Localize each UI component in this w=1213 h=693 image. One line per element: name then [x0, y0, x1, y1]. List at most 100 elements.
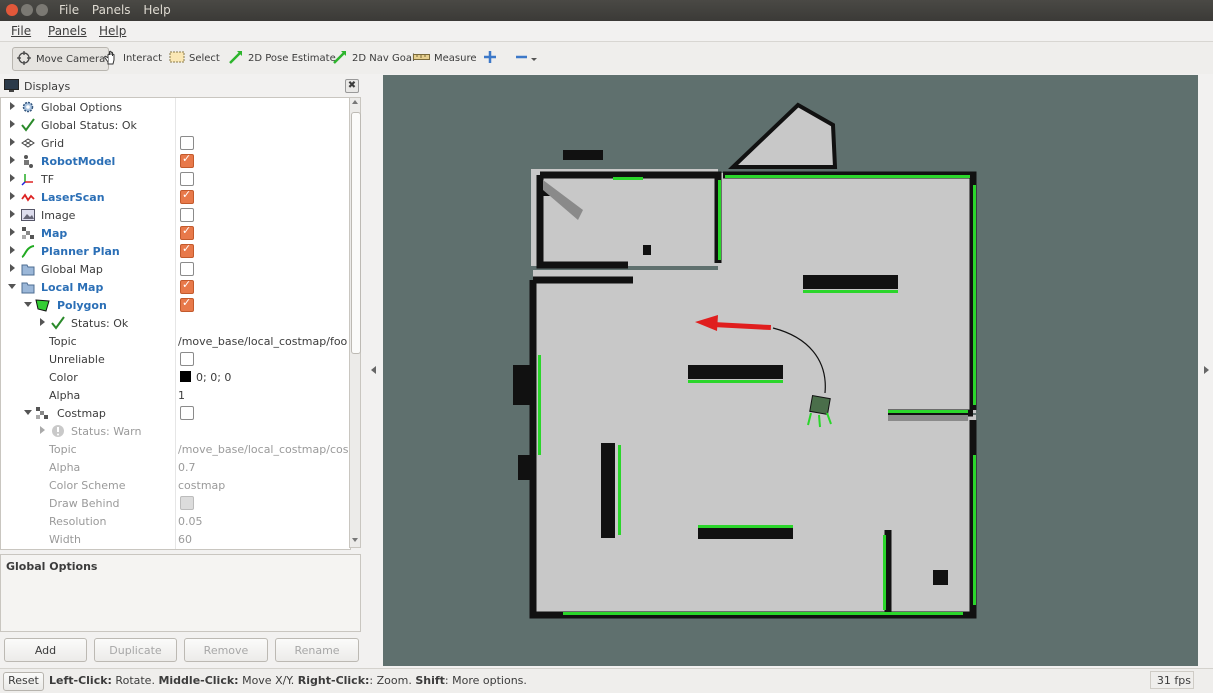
display-row-map[interactable]: Map — [1, 224, 350, 242]
remove-display-button[interactable]: Remove — [184, 638, 268, 662]
menu-panels[interactable]: Panels — [48, 24, 87, 38]
display-row-global-map[interactable]: Global Map — [1, 260, 350, 278]
unreliable-checkbox[interactable] — [180, 352, 194, 366]
collapse-arrow-icon[interactable] — [24, 302, 32, 307]
costmap-topic-value[interactable]: /move_base/local_costmap/cos... — [178, 443, 348, 456]
display-row-planner-plan[interactable]: Planner Plan — [1, 242, 350, 260]
topic-value[interactable]: /move_base/local_costmap/foo... — [178, 335, 348, 348]
display-row-polygon-status[interactable]: Status: Ok — [1, 314, 350, 332]
display-row-image[interactable]: Image — [1, 206, 350, 224]
display-row-polygon[interactable]: Polygon — [1, 296, 350, 314]
occupancy-map — [513, 102, 977, 619]
reset-button[interactable]: Reset — [3, 672, 44, 691]
robotmodel-enabled-checkbox[interactable] — [180, 152, 194, 168]
costmap-alpha-value[interactable]: 0.7 — [178, 461, 196, 474]
grid-enabled-checkbox[interactable] — [180, 136, 194, 150]
displays-scrollbar[interactable] — [349, 97, 361, 548]
display-row-global-options[interactable]: Global Options — [1, 98, 350, 116]
display-row-global-status[interactable]: Global Status: Ok — [1, 116, 350, 134]
close-panel-icon[interactable]: ✖ — [345, 79, 359, 93]
planner-plan-enabled-checkbox[interactable] — [180, 242, 194, 258]
property-width[interactable]: Width 60 — [1, 530, 350, 548]
hand-icon — [103, 49, 119, 68]
property-color-scheme[interactable]: Color Scheme costmap — [1, 476, 350, 494]
color-value[interactable]: 0; 0; 0 — [196, 371, 231, 384]
minimize-window-button[interactable] — [21, 4, 33, 16]
expand-arrow-icon[interactable] — [10, 174, 15, 182]
title-menu-help[interactable]: Help — [143, 3, 170, 17]
draw-behind-checkbox[interactable] — [180, 496, 194, 510]
interact-tool[interactable]: Interact — [103, 47, 162, 69]
nav-goal-tool[interactable]: 2D Nav Goal — [332, 47, 415, 69]
property-alpha[interactable]: Alpha 1 — [1, 386, 350, 404]
display-row-robotmodel[interactable]: RobotModel — [1, 152, 350, 170]
expand-arrow-icon[interactable] — [40, 426, 45, 434]
title-menu-file[interactable]: File — [59, 3, 79, 17]
maximize-window-button[interactable] — [36, 4, 48, 16]
scrollbar-thumb[interactable] — [351, 112, 361, 354]
expand-arrow-icon[interactable] — [10, 120, 15, 128]
color-scheme-value[interactable]: costmap — [178, 479, 225, 492]
collapse-arrow-icon[interactable] — [24, 410, 32, 415]
resolution-value[interactable]: 0.05 — [178, 515, 203, 528]
expand-arrow-icon[interactable] — [40, 318, 45, 326]
map-enabled-checkbox[interactable] — [180, 224, 194, 240]
costmap-enabled-checkbox[interactable] — [180, 406, 194, 420]
property-color[interactable]: Color 0; 0; 0 — [1, 368, 350, 386]
display-row-laserscan[interactable]: LaserScan — [1, 188, 350, 206]
collapse-right-panel-icon[interactable] — [1204, 366, 1209, 374]
folder-icon — [21, 262, 35, 276]
local-map-enabled-checkbox[interactable] — [180, 278, 194, 294]
menu-file[interactable]: File — [11, 24, 31, 38]
alpha-value[interactable]: 1 — [178, 389, 185, 402]
select-tool[interactable]: Select — [169, 47, 220, 69]
display-row-tf[interactable]: TF — [1, 170, 350, 188]
scroll-up-icon[interactable] — [352, 100, 358, 104]
image-enabled-checkbox[interactable] — [180, 208, 194, 222]
expand-arrow-icon[interactable] — [10, 228, 15, 236]
property-costmap-topic[interactable]: Topic /move_base/local_costmap/cos... — [1, 440, 350, 458]
property-unreliable[interactable]: Unreliable — [1, 350, 350, 368]
display-row-grid[interactable]: Grid — [1, 134, 350, 152]
move-camera-tool[interactable]: Move Camera — [12, 47, 110, 71]
duplicate-display-button[interactable]: Duplicate — [94, 638, 177, 662]
display-row-costmap-status[interactable]: Status: Warn — [1, 422, 350, 440]
expand-arrow-icon[interactable] — [10, 102, 15, 110]
tf-enabled-checkbox[interactable] — [180, 172, 194, 186]
expand-arrow-icon[interactable] — [10, 156, 15, 164]
collapse-left-panel-icon[interactable] — [371, 366, 376, 374]
interact-label: Interact — [123, 52, 163, 64]
expand-arrow-icon[interactable] — [10, 138, 15, 146]
rename-display-button[interactable]: Rename — [275, 638, 359, 662]
expand-arrow-icon[interactable] — [10, 192, 15, 200]
render-viewport[interactable] — [383, 75, 1198, 666]
expand-arrow-icon[interactable] — [10, 210, 15, 218]
property-topic[interactable]: Topic /move_base/local_costmap/foo... — [1, 332, 350, 350]
display-row-local-map[interactable]: Local Map — [1, 278, 350, 296]
scroll-down-icon[interactable] — [352, 538, 358, 542]
remove-tool-button[interactable] — [515, 47, 539, 69]
menu-help[interactable]: Help — [99, 24, 126, 38]
property-draw-behind[interactable]: Draw Behind — [1, 494, 350, 512]
collapse-arrow-icon[interactable] — [8, 284, 16, 289]
mouse-hint: Left-Click: Rotate. Middle-Click: Move X… — [49, 674, 527, 687]
title-menu-panels[interactable]: Panels — [92, 3, 131, 17]
close-window-button[interactable] — [6, 4, 18, 16]
display-row-costmap[interactable]: Costmap — [1, 404, 350, 422]
property-costmap-alpha[interactable]: Alpha 0.7 — [1, 458, 350, 476]
global-map-enabled-checkbox[interactable] — [180, 262, 194, 276]
polygon-enabled-checkbox[interactable] — [180, 296, 194, 312]
width-value[interactable]: 60 — [178, 533, 192, 546]
ruler-icon — [413, 52, 430, 65]
pose-estimate-tool[interactable]: 2D Pose Estimate — [228, 47, 336, 69]
expand-arrow-icon[interactable] — [10, 264, 15, 272]
measure-tool[interactable]: Measure — [413, 47, 477, 69]
add-display-button[interactable]: Add — [4, 638, 87, 662]
property-resolution[interactable]: Resolution 0.05 — [1, 512, 350, 530]
warning-icon — [51, 424, 65, 438]
color-swatch[interactable] — [180, 371, 191, 382]
expand-arrow-icon[interactable] — [10, 246, 15, 254]
add-tool-button[interactable] — [483, 47, 497, 69]
folder-icon — [21, 280, 35, 294]
laserscan-enabled-checkbox[interactable] — [180, 188, 194, 204]
